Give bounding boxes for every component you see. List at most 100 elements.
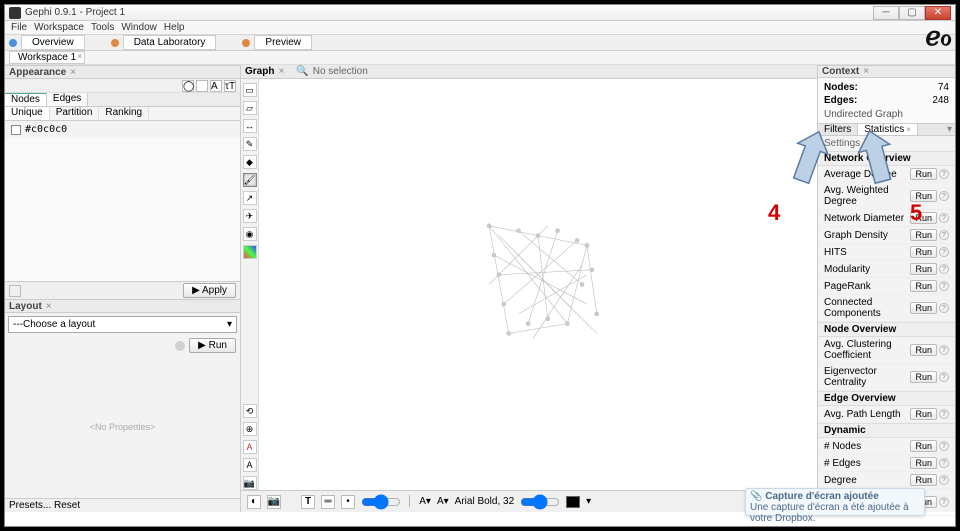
menubar: File Workspace Tools Window Help [5,21,955,35]
minimize-button[interactable]: ─ [873,6,899,20]
tab-preview[interactable]: Preview [254,35,312,50]
stat-run-button[interactable]: Run [910,229,937,241]
stat-help-icon[interactable]: ? [939,169,949,179]
group-dynamic: Dynamic [818,423,955,438]
layout-run-button[interactable]: ▶ Run [189,338,236,353]
tool-color[interactable] [243,245,257,259]
stat-help-icon[interactable]: ? [939,441,949,451]
stat-help-icon[interactable]: ? [939,213,949,223]
stat-run-button[interactable]: Run [910,408,937,420]
group-node: Node Overview [818,322,955,337]
mode-partition[interactable]: Partition [50,107,100,120]
ctx-nodes-label: Nodes: [824,82,858,93]
color-icon[interactable]: ◯ [182,80,194,92]
stat-label: # Edges [824,458,861,469]
label-size-icon[interactable]: τT [224,80,236,92]
tool-size[interactable]: ◆ [243,155,257,169]
size-icon[interactable] [196,80,208,92]
graph-title: Graph [245,66,274,77]
stat-run-button[interactable]: Run [910,474,937,486]
label-color-icon[interactable]: A [210,80,222,92]
appearance-color-row: #c0c0c0 [5,121,240,138]
ctx-edges-label: Edges: [824,95,857,106]
layout-presets[interactable]: Presets... Reset [5,498,240,512]
stat-run-button[interactable]: Run [910,344,937,356]
tool-rect[interactable]: ▱ [243,101,257,115]
color-checkbox[interactable] [11,125,21,135]
tool-center[interactable]: ⊕ [243,422,257,436]
menu-tools[interactable]: Tools [89,22,116,33]
show-nodes-icon[interactable]: T [301,495,315,509]
screenshot-icon[interactable]: 📷 [267,495,281,509]
tool-edge[interactable]: ↗ [243,191,257,205]
stat-label: Eigenvector Centrality [824,366,910,388]
mode-unique[interactable]: Unique [5,107,50,120]
appearance-edges-tab[interactable]: Edges [47,93,88,106]
tool-move[interactable]: ↔ [243,119,257,133]
maximize-button[interactable]: ▢ [899,6,925,20]
stat-run-button[interactable]: Run [910,168,937,180]
bg-toggle-icon[interactable]: ◐ [247,495,261,509]
tool-snapshot[interactable]: 📷 [243,476,257,490]
mode-ranking[interactable]: Ranking [99,107,149,120]
stat-help-icon[interactable]: ? [939,264,949,274]
appearance-nodes-tab[interactable]: Nodes [5,93,47,106]
label-attr-dropdown[interactable]: ▾ [586,496,591,507]
stat-help-icon[interactable]: ? [939,497,949,507]
stat-help-icon[interactable]: ? [939,303,949,313]
stat-run-button[interactable]: Run [910,440,937,452]
menu-file[interactable]: File [9,22,29,33]
tool-path[interactable]: ✈ [243,209,257,223]
stat-run-button[interactable]: Run [910,246,937,258]
app-icon [9,7,21,19]
stat-run-button[interactable]: Run [910,371,937,383]
stat-help-icon[interactable]: ? [939,281,949,291]
font-label-a2[interactable]: A▾ [437,496,449,507]
stat-help-icon[interactable]: ? [939,475,949,485]
stat-help-icon[interactable]: ? [939,458,949,468]
show-labels-icon[interactable]: • [341,495,355,509]
tool-reset[interactable]: ⟲ [243,404,257,418]
show-edges-icon[interactable]: ═ [321,495,335,509]
label-size-slider[interactable] [520,494,560,510]
stat-help-icon[interactable]: ? [939,372,949,382]
label-color-swatch[interactable] [566,496,580,508]
appearance-options-icon[interactable] [9,285,21,297]
stat-run-button[interactable]: Run [910,457,937,469]
stat-run-button[interactable]: Run [910,302,937,314]
stat-help-icon[interactable]: ? [939,247,949,257]
tool-zoom[interactable]: A [243,440,257,454]
chevron-down-icon: ▾ [227,319,232,330]
tool-heat[interactable]: ◉ [243,227,257,241]
stat-label: Network Diameter [824,213,904,224]
tab-overview[interactable]: Overview [21,35,85,50]
tab-datalab[interactable]: Data Laboratory [123,35,217,50]
stat-run-button[interactable]: Run [910,263,937,275]
stat-help-icon[interactable]: ? [939,345,949,355]
dropbox-notification[interactable]: 📎 Capture d'écran ajoutée Une capture d'… [745,488,925,516]
stat-row: ModularityRun? [818,261,955,278]
appearance-header: Appearance× [5,65,240,79]
menu-workspace[interactable]: Workspace [32,22,86,33]
stat-help-icon[interactable]: ? [939,230,949,240]
stat-help-icon[interactable]: ? [939,191,949,201]
close-button[interactable]: ✕ [925,6,951,20]
context-header: Context× [818,65,955,78]
tab-menu-icon[interactable]: ▾ [944,124,955,135]
tool-label[interactable]: A [243,458,257,472]
stat-run-button[interactable]: Run [910,280,937,292]
font-label-a[interactable]: A▾ [419,496,431,507]
menu-help[interactable]: Help [162,22,187,33]
tool-pencil[interactable]: ✎ [243,137,257,151]
graph-canvas[interactable] [259,79,817,490]
stat-label: Degree [824,475,857,486]
menu-window[interactable]: Window [119,22,159,33]
layout-select[interactable]: ---Choose a layout▾ [8,316,237,333]
stat-help-icon[interactable]: ? [939,409,949,419]
workspace-tab[interactable]: Workspace 1× [9,51,85,64]
tool-select[interactable]: ▭ [243,83,257,97]
apply-button[interactable]: ▶ Apply [183,283,236,298]
edge-thickness-slider[interactable] [361,494,401,510]
tool-brush[interactable]: 🖌 [243,173,257,187]
font-name[interactable]: Arial Bold, 32 [455,496,514,507]
